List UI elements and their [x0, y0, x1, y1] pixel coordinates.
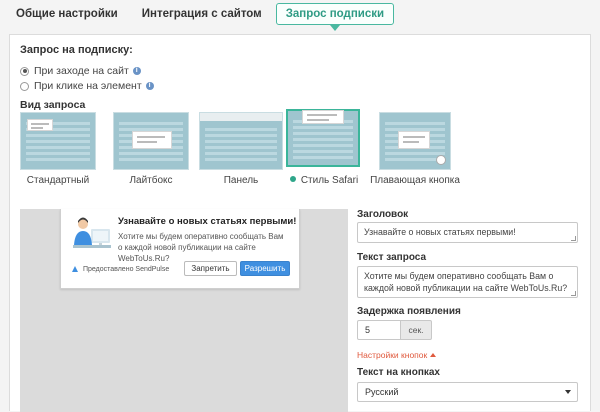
resize-handle-icon[interactable]	[571, 236, 576, 241]
style-label-safari: Стиль Safari	[278, 175, 370, 186]
subscription-request-title: Запрос на подписку:	[20, 44, 133, 56]
chevron-down-icon	[565, 390, 571, 394]
radio-dot[interactable]	[20, 66, 29, 76]
heading-input-value: Узнавайте о новых статьях первыми!	[364, 227, 516, 237]
request-text-textarea[interactable]: Хотите мы будем оперативно сообщать Вам …	[357, 266, 578, 298]
radio-label: При заходе на сайт	[34, 65, 129, 77]
buttons-settings-link[interactable]: Настройки кнопок	[357, 350, 437, 360]
tab-general-settings[interactable]: Общие настройки	[6, 3, 128, 25]
selected-indicator-icon	[289, 176, 296, 182]
request-text-label: Текст запроса	[357, 252, 427, 263]
settings-panel: Запрос на подписку: При заходе на сайт i…	[9, 34, 591, 412]
select-value: Русский	[365, 387, 399, 397]
style-card-safari[interactable]	[286, 109, 360, 167]
style-label-standard: Стандартный	[26, 175, 90, 186]
style-card-panel[interactable]	[199, 112, 283, 170]
caret-up-icon	[430, 353, 437, 357]
style-cards: Стандартный Лайтбокс Панель Стиль Safari	[16, 109, 586, 187]
delay-label: Задержка появления	[357, 306, 461, 317]
heading-field-label: Заголовок	[357, 209, 409, 220]
buttons-text-label: Текст на кнопках	[357, 367, 440, 378]
deny-button[interactable]: Запретить	[184, 261, 237, 276]
radio-on-element-click[interactable]: При клике на элемент i	[20, 80, 154, 92]
tabs-bar: Общие настройки Интеграция с сайтом Запр…	[6, 3, 395, 31]
sendpulse-logo-icon	[72, 266, 78, 272]
request-view-title: Вид запроса	[20, 99, 86, 111]
powered-by-text: Предоставлено SendPulse	[83, 265, 170, 273]
delay-unit: сек.	[400, 320, 432, 340]
info-icon[interactable]: i	[145, 82, 154, 90]
resize-handle-icon[interactable]	[571, 291, 576, 296]
powered-by: Предоставлено SendPulse	[71, 265, 169, 273]
prompt-title: Узнавайте о новых статьях первыми!	[118, 216, 297, 227]
prompt-text: Хотите мы будем оперативно сообщать Вам …	[118, 232, 284, 263]
style-label-lightbox: Лайтбокс	[129, 175, 173, 186]
buttons-language-select[interactable]: Русский	[357, 382, 578, 402]
radio-label: При клике на элемент	[34, 80, 142, 92]
radio-dot[interactable]	[20, 81, 29, 91]
preview-area: Узнавайте о новых статьях первыми! Хотит…	[20, 209, 348, 412]
allow-button[interactable]: Разрешить	[240, 261, 290, 276]
tab-site-integration[interactable]: Интеграция с сайтом	[132, 3, 272, 25]
heading-input[interactable]: Узнавайте о новых статьях первыми!	[357, 222, 578, 243]
radio-on-site-visit[interactable]: При заходе на сайт i	[20, 65, 141, 77]
floating-circle-icon	[436, 155, 446, 165]
tab-subscription-request[interactable]: Запрос подписки	[275, 3, 395, 31]
safari-prompt-preview: Узнавайте о новых статьях первыми! Хотит…	[60, 209, 300, 289]
style-label-panel: Панель	[223, 175, 259, 186]
request-text-value: Хотите мы будем оперативно сообщать Вам …	[364, 271, 568, 293]
style-label-floating-button: Плавающая кнопка	[370, 175, 460, 186]
person-at-computer-icon	[73, 217, 111, 248]
info-icon[interactable]: i	[132, 67, 141, 75]
style-card-standard[interactable]	[20, 112, 96, 170]
style-card-floating-button[interactable]	[379, 112, 451, 170]
style-card-lightbox[interactable]	[113, 112, 189, 170]
delay-input[interactable]: 5	[357, 320, 401, 340]
